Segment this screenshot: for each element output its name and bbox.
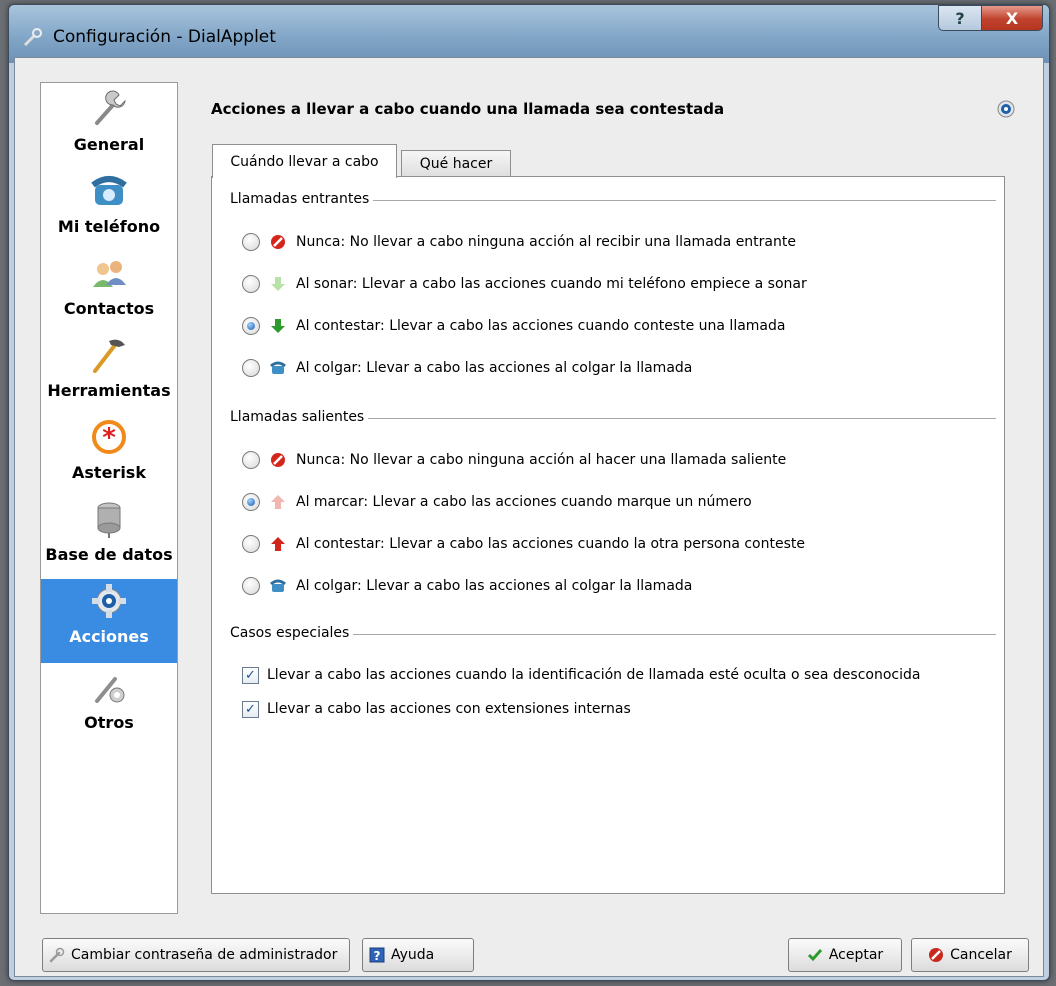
no-entry-icon [929,948,944,962]
sidebar-item-herramientas[interactable]: Herramientas [41,333,177,413]
wrench-icon [49,947,65,963]
sidebar-item-label: Contactos [63,299,155,318]
wrench-icon [23,28,42,47]
sidebar-item-contactos[interactable]: Contactos [41,251,177,331]
option-label: Llevar a cabo las acciones cuando la ide… [267,667,921,683]
button-label: Cambiar contraseña de administrador [71,947,338,963]
sidebar-item-label: General [73,135,145,154]
radio-outgoing-dial[interactable]: Al marcar: Llevar a cabo las acciones cu… [242,491,752,513]
radio-outgoing-answer[interactable]: Al contestar: Llevar a cabo las acciones… [242,533,805,555]
option-label: Al marcar: Llevar a cabo las acciones cu… [296,494,752,510]
button-label: Ayuda [391,947,435,963]
config-window: Configuración - DialApplet ? X General M… [8,4,1050,981]
dialog-client: General Mi teléfono Contactos Herramient… [14,57,1044,977]
button-label: Cancelar [950,947,1012,963]
green-down-arrow-icon [271,319,285,333]
radio-button[interactable] [242,535,260,553]
group-title: Casos especiales [230,625,354,641]
tab-panel: Llamadas entrantes Nunca: No llevar a ca… [211,176,1005,894]
radio-outgoing-never[interactable]: Nunca: No llevar a cabo ninguna acción a… [242,449,786,471]
title-bar[interactable]: Configuración - DialApplet ? X [9,5,1049,63]
phone-icon [91,176,127,205]
tab-que-hacer[interactable]: Qué hacer [401,150,511,177]
checkbox-hidden-caller-id[interactable]: ✓ Llevar a cabo las acciones cuando la i… [242,665,920,685]
contacts-icon [93,261,126,287]
option-label: Al colgar: Llevar a cabo las acciones al… [296,360,693,376]
sidebar-item-otros[interactable]: Otros [41,665,177,745]
change-password-button[interactable]: Cambiar contraseña de administrador [42,938,350,972]
svg-text:*: * [102,423,116,453]
asterisk-icon: * [92,420,126,454]
checkbox-internal-extensions[interactable]: ✓ Llevar a cabo las acciones con extensi… [242,699,631,719]
radio-button-selected[interactable] [242,317,260,335]
tab-cuando-llevar-a-cabo[interactable]: Cuándo llevar a cabo [212,144,397,178]
radio-incoming-answer[interactable]: Al contestar: Llevar a cabo las acciones… [242,315,785,337]
no-entry-icon [271,453,285,467]
sidebar-item-label: Herramientas [47,381,171,400]
sidebar-item-asterisk[interactable]: * Asterisk [41,415,177,495]
outgoing-calls-group: Llamadas salientes [230,409,996,429]
wrench-icon [95,90,126,125]
help-button[interactable]: ? Ayuda [362,938,474,972]
option-label: Nunca: No llevar a cabo ninguna acción a… [296,234,796,250]
checkmark-icon [807,949,822,962]
radio-button-selected[interactable] [242,493,260,511]
tools-icon [95,677,125,703]
light-green-down-arrow-icon [271,277,285,291]
help-title-button[interactable]: ? [938,5,982,31]
radio-outgoing-hangup[interactable]: Al colgar: Llevar a cabo las acciones al… [242,575,692,597]
window-title: Configuración - DialApplet [53,27,276,47]
cancel-button[interactable]: Cancelar [911,938,1029,972]
radio-button[interactable] [242,451,260,469]
option-label: Al sonar: Llevar a cabo las acciones cua… [296,276,807,292]
checkbox-checked[interactable]: ✓ [242,666,259,684]
sidebar-item-base-de-datos[interactable]: Base de datos [41,497,177,577]
button-label: Aceptar [828,947,884,963]
red-up-arrow-icon [271,537,285,551]
option-label: Al contestar: Llevar a cabo las acciones… [296,536,805,552]
sidebar-item-general[interactable]: General [41,87,177,167]
phone-icon [270,361,286,374]
page-title: Acciones a llevar a cabo cuando una llam… [211,100,725,118]
group-title: Llamadas salientes [230,409,369,425]
sidebar-item-label: Otros [84,713,134,732]
database-icon [97,502,121,538]
gear-icon [997,100,1015,118]
gear-icon [92,584,126,618]
group-title: Llamadas entrantes [230,191,374,207]
radio-incoming-hangup[interactable]: Al colgar: Llevar a cabo las acciones al… [242,357,692,379]
hammer-icon [93,339,125,373]
sidebar-item-label: Asterisk [72,463,146,482]
radio-button[interactable] [242,577,260,595]
checkbox-checked[interactable]: ✓ [242,700,259,718]
special-cases-group: Casos especiales [230,625,996,645]
radio-button[interactable] [242,233,260,251]
radio-button[interactable] [242,275,260,293]
sidebar-item-label: Acciones [69,627,149,646]
sidebar-item-label: Mi teléfono [57,217,161,236]
svg-text:?: ? [374,949,381,963]
close-button[interactable]: X [982,5,1043,31]
option-label: Nunca: No llevar a cabo ninguna acción a… [296,452,787,468]
sidebar-item-acciones[interactable]: Acciones [41,579,177,663]
option-label: Al colgar: Llevar a cabo las acciones al… [296,578,693,594]
no-entry-icon [271,235,285,249]
incoming-calls-group: Llamadas entrantes [230,191,996,211]
sidebar-item-mi-telefono[interactable]: Mi teléfono [41,169,177,249]
option-label: Llevar a cabo las acciones con extension… [267,701,631,717]
option-label: Al contestar: Llevar a cabo las acciones… [296,318,786,334]
radio-incoming-never[interactable]: Nunca: No llevar a cabo ninguna acción a… [242,231,796,253]
help-icon: ? [369,947,385,963]
radio-button[interactable] [242,359,260,377]
light-red-up-arrow-icon [271,495,285,509]
category-sidebar: General Mi teléfono Contactos Herramient… [40,82,178,914]
sidebar-item-label: Base de datos [45,545,173,564]
accept-button[interactable]: Aceptar [788,938,902,972]
radio-incoming-ringing[interactable]: Al sonar: Llevar a cabo las acciones cua… [242,273,807,295]
phone-icon [270,579,286,592]
